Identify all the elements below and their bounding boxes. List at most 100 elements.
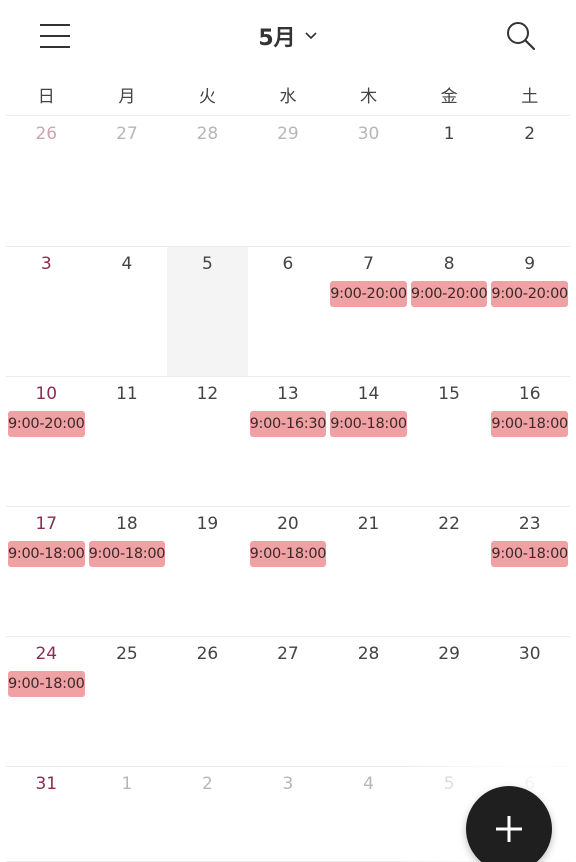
day-number: 18	[116, 514, 138, 534]
day-number: 15	[438, 384, 460, 404]
day-number: 27	[277, 644, 299, 664]
day-number: 2	[524, 124, 536, 144]
day-number: 26	[35, 124, 58, 144]
event-chip[interactable]: 9:00-20:00	[330, 281, 407, 307]
day-number: 1	[121, 774, 133, 794]
day-number: 1	[443, 124, 455, 144]
day-number: 7	[363, 254, 374, 274]
search-button[interactable]	[498, 14, 544, 58]
day-cell[interactable]: 7 9:00-20:00	[328, 247, 409, 377]
day-number: 3	[282, 774, 294, 794]
day-cell[interactable]: 18 9:00-18:00	[86, 507, 168, 637]
day-cell[interactable]: 14 9:00-18:00	[328, 377, 409, 507]
day-cell[interactable]: 30	[328, 117, 409, 247]
day-number: 19	[196, 514, 219, 534]
day-number: 8	[443, 254, 455, 274]
day-number: 29	[277, 124, 299, 144]
day-cell[interactable]: 3	[247, 767, 329, 862]
day-number: 4	[363, 774, 374, 794]
day-number: 21	[357, 514, 380, 534]
weekday-label: 木	[360, 87, 378, 107]
day-number: 3	[40, 254, 52, 274]
day-cell[interactable]: 6	[247, 247, 329, 377]
day-cell[interactable]: 27	[247, 637, 329, 767]
day-cell[interactable]: 16 9:00-18:00	[489, 377, 570, 507]
add-event-button[interactable]	[466, 786, 552, 862]
event-chip[interactable]: 9:00-18:00	[249, 541, 327, 567]
month-label: 5月	[258, 26, 296, 51]
day-cell[interactable]: 27	[86, 117, 168, 247]
day-cell[interactable]: 5	[167, 247, 248, 377]
weekday-label: 水	[279, 87, 297, 107]
day-cell[interactable]: 25	[86, 637, 168, 767]
day-cell[interactable]: 31	[6, 767, 87, 862]
month-selector[interactable]: 5月	[230, 18, 346, 54]
day-cell[interactable]: 2	[489, 117, 570, 247]
day-cell[interactable]: 20 9:00-18:00	[247, 507, 329, 637]
day-number: 20	[277, 514, 299, 534]
month-grid: 26 27 28 29 30 1 2 3 4 5 6 7 9:00-20:00 8 9:00-20:00 9 9…	[6, 117, 570, 862]
day-cell[interactable]: 26	[167, 637, 248, 767]
day-cell[interactable]: 28	[328, 637, 409, 767]
day-cell[interactable]: 1	[86, 767, 168, 862]
day-number: 22	[438, 514, 460, 534]
day-cell[interactable]: 26	[6, 117, 87, 247]
search-icon	[507, 22, 536, 51]
day-cell[interactable]: 17 9:00-18:00	[6, 507, 87, 637]
day-cell[interactable]: 3	[6, 247, 87, 377]
day-cell[interactable]: 22	[408, 507, 490, 637]
day-number: 17	[35, 514, 58, 534]
event-chip[interactable]: 9:00-16:30	[249, 411, 327, 437]
day-number: 31	[35, 774, 58, 794]
day-cell[interactable]: 1	[408, 117, 490, 247]
weekday-label: 土	[521, 87, 539, 107]
day-cell[interactable]: 12	[167, 377, 248, 507]
day-number: 12	[196, 384, 219, 404]
day-cell[interactable]: 4	[86, 247, 168, 377]
day-cell[interactable]: 29	[408, 637, 490, 767]
event-chip[interactable]: 9:00-18:00	[491, 411, 568, 437]
weekday-header: 日月火水木金土	[6, 80, 570, 116]
day-cell[interactable]: 10 9:00-20:00	[6, 377, 87, 507]
day-cell[interactable]: 8 9:00-20:00	[408, 247, 490, 377]
day-number: 24	[35, 644, 58, 664]
day-number: 28	[196, 124, 219, 144]
day-cell[interactable]: 11	[86, 377, 168, 507]
event-chip[interactable]: 9:00-20:00	[410, 281, 488, 307]
calendar-app: 5月 日月火水木金土 26 27 28 29 30 1 2 3 4 5 6 7 9:00-20:00 8 9…	[0, 0, 576, 862]
day-cell[interactable]: 4	[328, 767, 409, 862]
day-cell[interactable]: 9 9:00-20:00	[489, 247, 570, 377]
day-number: 9	[524, 254, 536, 274]
day-cell[interactable]: 19	[167, 507, 248, 637]
event-chip[interactable]: 9:00-18:00	[330, 411, 407, 437]
day-number: 11	[116, 384, 138, 404]
weekday-label: 金	[440, 87, 458, 107]
event-chip[interactable]: 9:00-20:00	[8, 411, 85, 437]
day-cell[interactable]: 30	[489, 637, 570, 767]
day-cell[interactable]: 24 9:00-18:00	[6, 637, 87, 767]
day-number: 23	[518, 514, 541, 534]
day-number: 2	[201, 774, 213, 794]
weekday-label: 月	[118, 87, 136, 107]
event-chip[interactable]: 9:00-20:00	[491, 281, 568, 307]
event-chip[interactable]: 9:00-18:00	[88, 541, 166, 567]
day-cell[interactable]: 23 9:00-18:00	[489, 507, 570, 637]
day-number: 13	[277, 384, 299, 404]
day-cell[interactable]: 29	[247, 117, 329, 247]
hamburger-menu-icon[interactable]	[30, 16, 82, 56]
weekday-label: 日	[37, 87, 55, 107]
day-number: 30	[357, 124, 380, 144]
day-number: 26	[196, 644, 219, 664]
event-chip[interactable]: 9:00-18:00	[491, 541, 568, 567]
day-cell[interactable]: 28	[167, 117, 248, 247]
event-chip[interactable]: 9:00-18:00	[8, 671, 85, 697]
day-cell[interactable]: 21	[328, 507, 409, 637]
day-number: 5	[201, 254, 213, 274]
day-number: 6	[282, 254, 294, 274]
event-chip[interactable]: 9:00-18:00	[8, 541, 85, 567]
day-number: 14	[357, 384, 380, 404]
day-number: 30	[518, 644, 541, 664]
day-cell[interactable]: 15	[408, 377, 490, 507]
day-cell[interactable]: 13 9:00-16:30	[247, 377, 329, 507]
day-cell[interactable]: 2	[167, 767, 248, 862]
